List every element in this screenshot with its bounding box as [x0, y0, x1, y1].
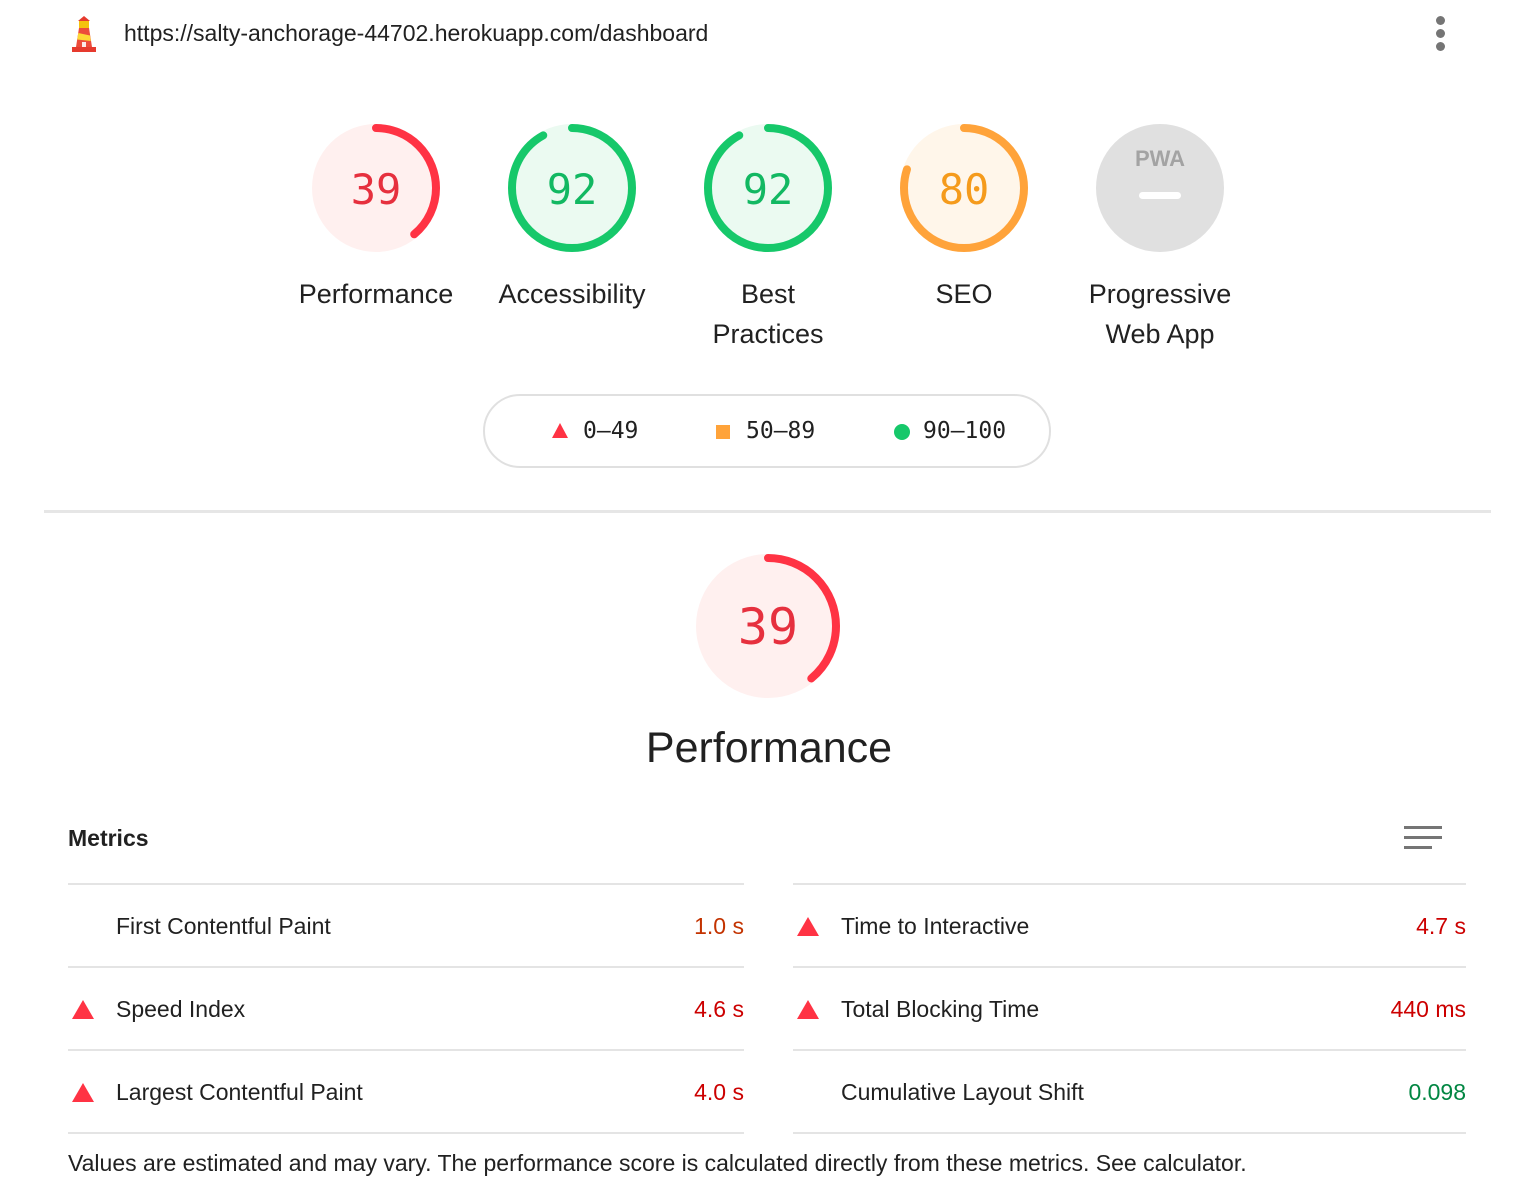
metric-first-contentful-paint: First Contentful Paint 1.0 s [68, 883, 744, 966]
metric-name: Total Blocking Time [841, 996, 1040, 1022]
metric-name: First Contentful Paint [116, 913, 331, 939]
gauge-pwa[interactable]: PWA Progressive Web App [1060, 120, 1260, 354]
performance-main-gauge: 39 [692, 550, 844, 707]
label-seo: SEO [935, 279, 993, 309]
metrics-right-column: Time to Interactive 4.7 s Total Blocking… [793, 883, 1466, 1134]
fail-triangle-icon [552, 423, 568, 438]
metrics-heading: Metrics [68, 825, 149, 851]
score-best-practices: 92 [743, 165, 794, 214]
metric-value: 4.7 s [1416, 913, 1466, 939]
metric-speed-index: Speed Index 4.6 s [68, 966, 744, 1049]
metric-name: Time to Interactive [841, 913, 1030, 939]
gauge-seo-dial: 80 [900, 124, 1028, 252]
legend-fail-range: 0–49 [583, 418, 639, 444]
metric-largest-contentful-paint: Largest Contentful Paint 4.0 s [68, 1049, 744, 1134]
score-seo: 80 [939, 165, 990, 214]
fail-triangle-icon [797, 1000, 819, 1019]
score-performance: 39 [351, 165, 402, 214]
score-scale-legend: 0–49 50–89 90–100 [483, 394, 1051, 468]
performance-main-score: 39 [738, 598, 798, 656]
performance-title: Performance [645, 724, 893, 772]
top-bar: https://salty-anchorage-44702.herokuapp.… [0, 0, 1538, 70]
metric-name: Largest Contentful Paint [116, 1079, 363, 1105]
metric-name: Cumulative Layout Shift [841, 1079, 1084, 1105]
fail-triangle-icon [72, 1083, 94, 1102]
average-square-icon [716, 425, 730, 439]
pwa-badge-icon: PWA [1096, 124, 1224, 252]
metrics-left-column: First Contentful Paint 1.0 s Speed Index… [68, 883, 744, 1134]
pass-circle-icon [894, 424, 910, 440]
label-best-practices: Best Practices [712, 279, 824, 349]
label-accessibility: Accessibility [498, 279, 646, 309]
score-accessibility: 92 [547, 165, 598, 214]
metric-name: Speed Index [116, 996, 246, 1022]
gauge-accessibility[interactable]: 92 Accessibility [472, 120, 672, 314]
fail-triangle-icon [797, 917, 819, 936]
metric-value: 4.0 s [694, 1079, 744, 1105]
performance-main-dial: 39 [696, 554, 840, 698]
page-url: https://salty-anchorage-44702.herokuapp.… [124, 20, 709, 46]
lighthouse-logo-icon [70, 16, 98, 52]
metric-value: 440 ms [1390, 996, 1466, 1022]
metric-value: 4.6 s [694, 996, 744, 1022]
metric-total-blocking-time: Total Blocking Time 440 ms [793, 966, 1466, 1049]
metric-time-to-interactive: Time to Interactive 4.7 s [793, 883, 1466, 966]
more-vertical-icon[interactable] [1428, 16, 1452, 54]
label-pwa: Progressive Web App [1088, 279, 1232, 349]
section-divider [44, 510, 1491, 513]
metric-value: 1.0 s [694, 913, 744, 939]
metric-value: 0.098 [1408, 1079, 1466, 1105]
gauge-performance-dial: 39 [312, 124, 440, 252]
legend-average-range: 50–89 [746, 418, 816, 444]
legend-pass-range: 90–100 [923, 418, 1007, 444]
gauge-performance[interactable]: 39 Performance [276, 120, 476, 314]
metrics-view-toggle-icon[interactable] [1404, 826, 1446, 856]
gauge-best-practices[interactable]: 92 Best Practices [668, 120, 868, 354]
label-performance: Performance [298, 279, 454, 309]
gauge-accessibility-dial: 92 [508, 124, 636, 252]
gauge-best-practices-dial: 92 [704, 124, 832, 252]
metric-cumulative-layout-shift: Cumulative Layout Shift 0.098 [793, 1049, 1466, 1134]
fail-triangle-icon [72, 1000, 94, 1019]
gauge-seo[interactable]: 80 SEO [864, 120, 1064, 314]
pwa-badge-text: PWA [1135, 146, 1185, 171]
